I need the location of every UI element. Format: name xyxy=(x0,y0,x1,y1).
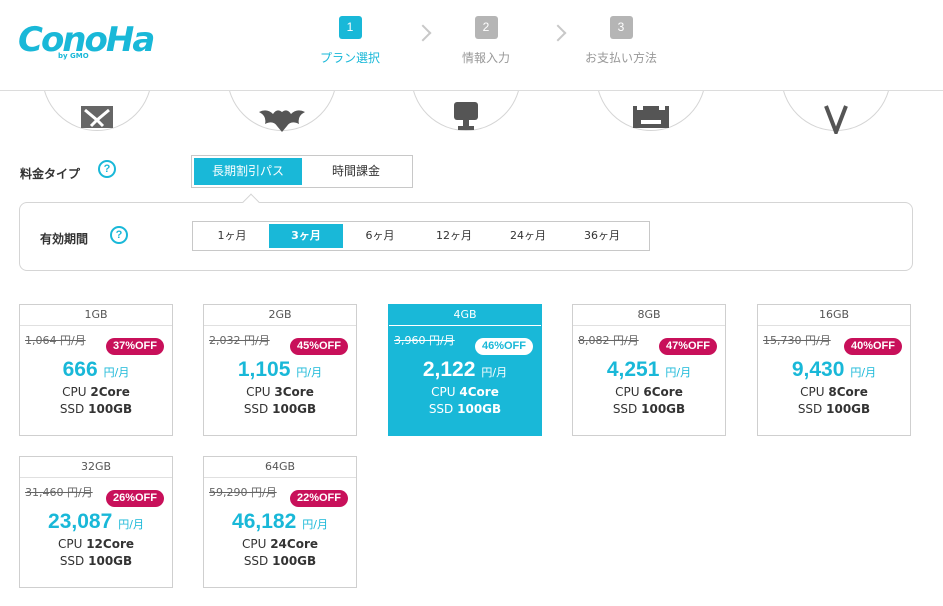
step-number: 1 xyxy=(338,16,362,39)
plan-memory: 4GB xyxy=(389,305,541,326)
plan-price: 666 xyxy=(62,358,98,381)
original-price: 1,064 円/月 xyxy=(25,334,86,347)
price-unit: 円/月 xyxy=(481,366,508,379)
period-36-months[interactable]: 36ヶ月 xyxy=(565,224,639,248)
ssd-spec: SSD 100GB xyxy=(59,402,133,416)
ssd-spec: SSD 100GB xyxy=(243,554,317,568)
ssd-spec: SSD 100GB xyxy=(612,402,686,416)
step-number: 2 xyxy=(474,16,498,39)
windows-icon xyxy=(81,106,113,128)
price-unit: 円/月 xyxy=(118,518,144,531)
os-option-v[interactable] xyxy=(781,91,891,134)
step-label: プラン選択 xyxy=(319,51,380,65)
original-price: 31,460 円/月 xyxy=(25,486,93,499)
step-label: お支払い方法 xyxy=(584,51,657,65)
period-1-month[interactable]: 1ヶ月 xyxy=(195,224,269,248)
pricing-option-long-term[interactable]: 長期割引パス xyxy=(194,158,302,185)
plan-price: 23,087 xyxy=(48,510,113,533)
discount-badge: 47%OFF xyxy=(658,338,717,355)
cpu-spec: CPU 6Core xyxy=(615,385,683,399)
bat-icon xyxy=(259,110,305,132)
cpu-spec: CPU 8Core xyxy=(800,385,868,399)
plan-card-32gb[interactable]: 32GB 31,460 円/月 26%OFF 23,087 円/月 CPU 12C… xyxy=(19,456,173,588)
plan-card-16gb[interactable]: 16GB 15,730 円/月 40%OFF 9,430 円/月 CPU 8Cor… xyxy=(757,304,911,436)
os-option-bat[interactable] xyxy=(227,91,337,132)
panel-pointer xyxy=(242,193,260,211)
period-selector: 1ヶ月 3ヶ月 6ヶ月 12ヶ月 24ヶ月 36ヶ月 xyxy=(192,221,650,251)
price-unit: 円/月 xyxy=(296,366,323,379)
plan-memory: 64GB xyxy=(204,457,356,478)
pricing-option-hourly[interactable]: 時間課金 xyxy=(302,158,410,185)
conoha-logo[interactable]: ConoHa by GMO xyxy=(18,20,155,64)
original-price: 3,960 円/月 xyxy=(394,334,455,347)
original-price: 59,290 円/月 xyxy=(209,486,277,499)
period-label: 有効期間 xyxy=(40,232,89,246)
cpu-spec: CPU 4Core xyxy=(431,385,499,399)
help-icon[interactable]: ? xyxy=(98,160,116,178)
plan-memory: 1GB xyxy=(20,305,172,326)
plan-price: 46,182 xyxy=(232,510,297,533)
step-plan: 1 プラン選択 xyxy=(300,16,400,66)
plan-memory: 32GB xyxy=(20,457,172,478)
ssd-spec: SSD 100GB xyxy=(797,402,871,416)
ssd-spec: SSD 100GB xyxy=(428,402,502,416)
step-payment: 3 お支払い方法 xyxy=(571,16,671,66)
os-option-windows[interactable] xyxy=(42,91,152,131)
plan-memory: 16GB xyxy=(758,305,910,326)
plan-card-1gb[interactable]: 1GB 1,064 円/月 37%OFF 666 円/月 CPU 2Core SS… xyxy=(19,304,173,436)
plan-price: 9,430 xyxy=(791,358,845,381)
header: ConoHa by GMO 1 プラン選択 2 情報入力 3 お支払い方法 xyxy=(0,0,943,91)
price-unit: 円/月 xyxy=(103,366,130,379)
original-price: 2,032 円/月 xyxy=(209,334,270,347)
cpu-spec: CPU 24Core xyxy=(241,537,319,551)
discount-badge: 45%OFF xyxy=(289,338,348,355)
help-icon[interactable]: ? xyxy=(110,226,128,244)
price-unit: 円/月 xyxy=(665,366,692,379)
pricing-type-toggle: 長期割引パス 時間課金 xyxy=(191,155,413,188)
period-3-months[interactable]: 3ヶ月 xyxy=(269,224,343,248)
price-unit: 円/月 xyxy=(302,518,328,531)
plan-card-4gb[interactable]: 4GB 3,960 円/月 46%OFF 2,122 円/月 CPU 4Core … xyxy=(388,304,542,436)
step-label: 情報入力 xyxy=(461,51,510,65)
os-option-box[interactable] xyxy=(596,91,706,131)
logo-sub: by GMO xyxy=(58,52,89,60)
tree-icon xyxy=(454,102,478,130)
ssd-spec: SSD 100GB xyxy=(243,402,317,416)
cpu-spec: CPU 12Core xyxy=(57,537,135,551)
cpu-spec: CPU 3Core xyxy=(246,385,314,399)
os-option-tree[interactable] xyxy=(411,91,521,131)
price-unit: 円/月 xyxy=(850,366,877,379)
original-price: 15,730 円/月 xyxy=(763,334,831,347)
pricing-type-label: 料金タイプ xyxy=(20,167,81,181)
vue-icon xyxy=(824,105,848,134)
step-number: 3 xyxy=(609,16,633,39)
chevron-right-icon xyxy=(414,24,432,42)
discount-badge: 40%OFF xyxy=(843,338,902,355)
plan-price: 2,122 xyxy=(422,358,476,381)
box-icon xyxy=(633,104,669,128)
period-12-months[interactable]: 12ヶ月 xyxy=(417,224,491,248)
period-24-months[interactable]: 24ヶ月 xyxy=(491,224,565,248)
chevron-right-icon xyxy=(549,24,567,42)
original-price: 8,082 円/月 xyxy=(578,334,639,347)
plan-card-2gb[interactable]: 2GB 2,032 円/月 45%OFF 1,105 円/月 CPU 3Core … xyxy=(203,304,357,436)
plan-card-8gb[interactable]: 8GB 8,082 円/月 47%OFF 4,251 円/月 CPU 6Core … xyxy=(572,304,726,436)
plan-memory: 8GB xyxy=(573,305,725,326)
plan-price: 1,105 xyxy=(237,358,291,381)
discount-badge: 26%OFF xyxy=(105,490,164,507)
discount-badge: 46%OFF xyxy=(474,338,533,355)
plan-card-64gb[interactable]: 64GB 59,290 円/月 22%OFF 46,182 円/月 CPU 24C… xyxy=(203,456,357,588)
step-info: 2 情報入力 xyxy=(436,16,536,66)
cpu-spec: CPU 2Core xyxy=(62,385,130,399)
period-6-months[interactable]: 6ヶ月 xyxy=(343,224,417,248)
discount-badge: 22%OFF xyxy=(289,490,348,507)
discount-badge: 37%OFF xyxy=(105,338,164,355)
ssd-spec: SSD 100GB xyxy=(59,554,133,568)
plan-price: 4,251 xyxy=(606,358,660,381)
plan-memory: 2GB xyxy=(204,305,356,326)
os-image-row xyxy=(0,91,943,141)
